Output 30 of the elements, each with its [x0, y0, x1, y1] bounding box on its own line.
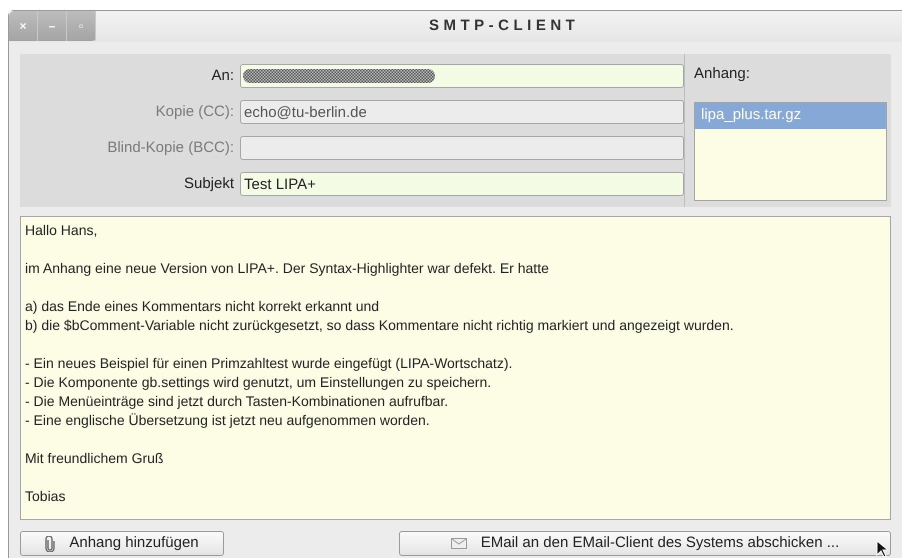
send-button[interactable]: EMail an den EMail-Client des Systems abschicken ... — [399, 531, 891, 556]
body-text-line: - Die Komponente gb.settings wird genutzt, um Einstellungen zu speichern. — [25, 373, 492, 392]
message-body[interactable] — [20, 216, 891, 520]
maximize-button[interactable]: ▫ — [67, 11, 96, 41]
body-text-line: - Eine englische Übersetzung ist jetzt neu aufgenommen worden. — [25, 411, 431, 430]
field-label: Subjekt — [182, 174, 236, 194]
body-text-line: - Die Menüeinträge sind jetzt durch Tasten-Kombinationen aufrufbar. — [25, 392, 450, 411]
input-field[interactable] — [240, 64, 684, 88]
body-text-line: Hallo Hans, — [25, 221, 98, 240]
close-button[interactable]: × — [9, 11, 38, 41]
body-text-line: Tobias — [25, 487, 66, 506]
body-text-line: - Ein neues Beispiel für einen Primzahltest wurde eingefügt (LIPA-Wortschatz). — [25, 354, 514, 373]
add-attachment-button[interactable]: Anhang hinzufügen — [20, 531, 224, 556]
body-text-line: b) die $bComment-Variable nicht zurückgesetzt, so dass Kommentare nicht richtig markiert und angezeigt wurden. — [25, 316, 735, 335]
minimize-button[interactable]: – — [38, 11, 67, 41]
body-text-line: a) das Ende eines Kommentars nicht korrekt erkannt und — [25, 297, 380, 316]
attachment-item[interactable]: lipa_plus.tar.gz — [695, 102, 886, 128]
field-label: An: — [210, 66, 236, 86]
paperclip-icon — [45, 536, 56, 552]
mouse-cursor-icon — [876, 540, 888, 558]
input-field[interactable] — [240, 136, 684, 160]
field-label: Kopie (CC): — [154, 102, 236, 122]
window-title: SMTP-CLIENT — [429, 16, 580, 36]
envelope-icon — [450, 538, 467, 549]
body-text-line: im Anhang eine neue Version von LIPA+. Der Syntax-Highlighter war defekt. Er hatte — [25, 259, 550, 278]
field-label: Blind-Kopie (BCC): — [106, 138, 236, 158]
input-field[interactable]: Test LIPA+ — [240, 172, 684, 196]
attachment-list[interactable]: lipa_plus.tar.gz — [694, 102, 887, 200]
attachment-label: Anhang: — [694, 64, 751, 84]
body-text-line: Mit freundlichem Gruß — [25, 449, 164, 468]
